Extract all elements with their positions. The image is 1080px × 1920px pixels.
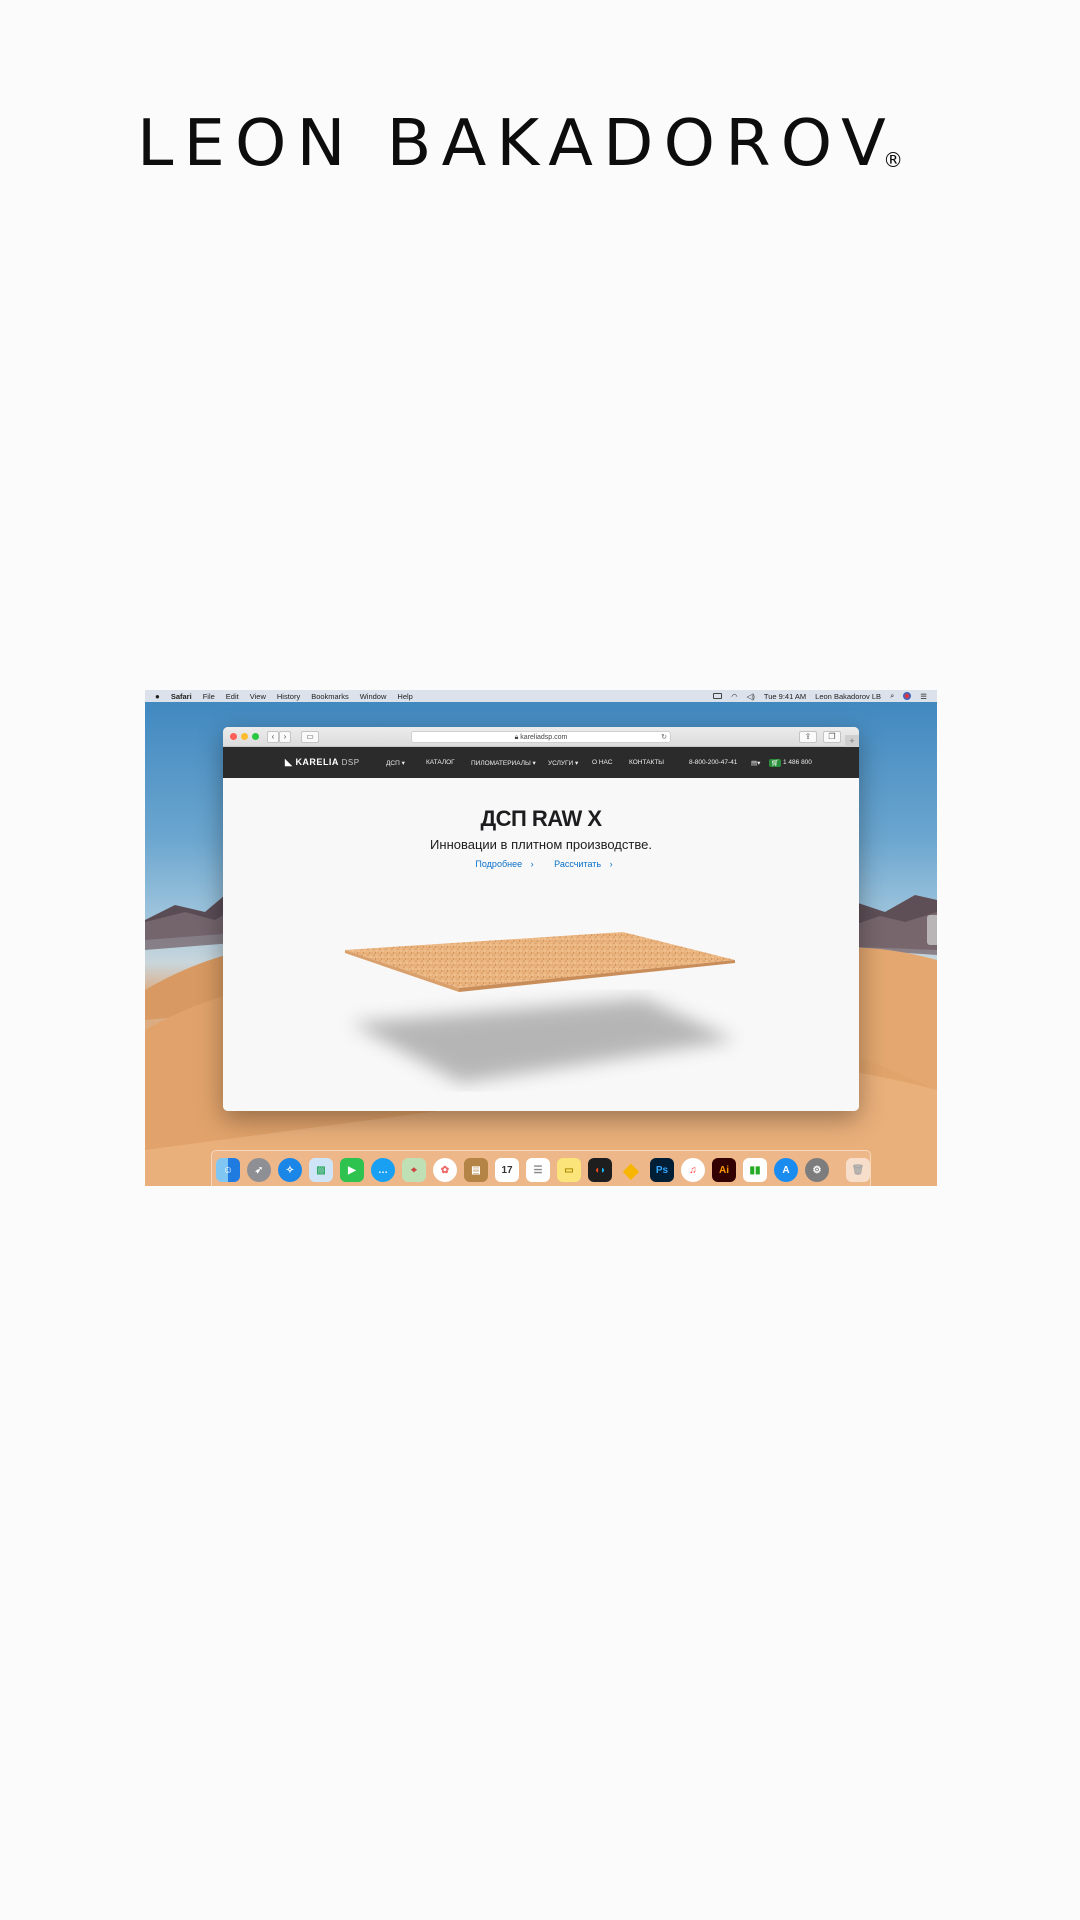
new-tab-button[interactable]: +	[845, 735, 859, 747]
volume-icon[interactable]: ◁)	[747, 692, 755, 701]
launchpad-icon[interactable]: ➶	[247, 1158, 271, 1182]
wifi-icon[interactable]: ◠	[731, 692, 738, 701]
more-link-label: Подробнее	[475, 859, 523, 869]
illustrator-icon[interactable]: Ai	[712, 1158, 736, 1182]
menu-safari[interactable]: Safari	[171, 692, 192, 701]
siri-icon[interactable]	[903, 692, 912, 700]
site-logo-text: KARELIA	[295, 757, 339, 767]
menu-file[interactable]: File	[203, 692, 215, 701]
nav-catalog[interactable]: КАТАЛОГ	[426, 759, 455, 766]
app-store-icon[interactable]: A	[774, 1158, 798, 1182]
itunes-icon[interactable]: ♫	[681, 1158, 705, 1182]
facetime-icon[interactable]: ▶	[340, 1158, 364, 1182]
system-preferences-icon[interactable]: ⚙	[805, 1158, 829, 1182]
menu-view[interactable]: View	[250, 692, 266, 701]
trash-icon[interactable]: 🗑︎	[846, 1158, 870, 1182]
messages-icon[interactable]: …	[371, 1158, 395, 1182]
maps-icon[interactable]: ⌖	[402, 1158, 426, 1182]
zoom-window-button[interactable]	[252, 733, 259, 740]
photos-icon[interactable]: ✿	[433, 1158, 457, 1182]
forward-button[interactable]: ›	[279, 731, 291, 743]
lock-icon: 🔒︎	[514, 734, 519, 741]
desktop-screenshot: ● Safari File Edit View History Bookmark…	[145, 690, 937, 1186]
brand-logo: LEON BAKADOROV ®	[137, 112, 947, 176]
more-link[interactable]: Подробнее ›	[469, 859, 533, 869]
browser-toolbar: ‹ › ▭ 🔒︎ kareliadsp.com ↻ ⇪ ❐ +	[223, 727, 859, 747]
hero-links: Подробнее › Рассчитать ›	[223, 859, 859, 869]
calculate-link[interactable]: Рассчитать ›	[548, 859, 612, 869]
nav-contacts[interactable]: КОНТАКТЫ	[629, 759, 664, 766]
address-bar[interactable]: 🔒︎ kareliadsp.com ↻	[411, 731, 671, 743]
reminders-icon[interactable]: ☰	[526, 1158, 550, 1182]
menu-bookmarks[interactable]: Bookmarks	[311, 692, 349, 701]
safari-icon[interactable]: ✧	[278, 1158, 302, 1182]
close-window-button[interactable]	[230, 733, 237, 740]
menu-history[interactable]: History	[277, 692, 300, 701]
language-flag-icon[interactable]: ▤▾	[751, 759, 760, 767]
hero-title: ДСП RAW X	[480, 806, 602, 831]
cart-icon[interactable]: 🛒︎	[769, 759, 782, 767]
chipboard-image	[345, 932, 735, 1083]
menu-bar: ● Safari File Edit View History Bookmark…	[145, 690, 937, 702]
share-icon[interactable]: ⇪	[799, 731, 817, 743]
back-button[interactable]: ‹	[267, 731, 279, 743]
menu-window[interactable]: Window	[360, 692, 387, 701]
notification-center-icon[interactable]: ☰	[920, 692, 927, 701]
cart-total[interactable]: 1 486 800	[783, 759, 812, 766]
sidebar-icon[interactable]: ▭	[301, 731, 319, 743]
chevron-down-icon: ▾	[575, 760, 579, 767]
hero-section: ДСП RAW X Инновации в плитном производст…	[223, 778, 859, 1111]
reload-icon[interactable]: ↻	[661, 732, 667, 743]
site-logo[interactable]: ◣ KARELIA DSP	[285, 757, 360, 768]
calculate-link-label: Рассчитать	[554, 859, 602, 869]
nav-lumber-label: ПИЛОМАТЕРИАЛЫ	[471, 760, 531, 767]
side-handle[interactable]	[927, 915, 937, 945]
figma-icon[interactable]: ◖ ◗	[588, 1158, 612, 1182]
airplay-icon[interactable]	[713, 693, 723, 699]
numbers-icon[interactable]: ▮▮	[743, 1158, 767, 1182]
chevron-down-icon: ▾	[401, 760, 405, 767]
finder-icon[interactable]: ☺	[216, 1158, 240, 1182]
user-menu[interactable]: Leon Bakadorov LB	[815, 692, 881, 701]
notes-brown-icon[interactable]: ▤	[464, 1158, 488, 1182]
apple-menu-icon[interactable]: ●	[155, 692, 160, 701]
nav-lumber[interactable]: ПИЛОМАТЕРИАЛЫ ▾	[471, 759, 536, 767]
calendar-icon[interactable]: 17	[495, 1158, 519, 1182]
spotlight-icon[interactable]: ⌕	[890, 691, 894, 701]
bear-logo-icon: ◣	[285, 757, 293, 767]
sketch-icon[interactable]: ◆	[619, 1158, 643, 1182]
chevron-down-icon: ▾	[532, 760, 536, 767]
brand-name: LEON BAKADOROV	[137, 107, 897, 181]
nav-services[interactable]: УСЛУГИ ▾	[548, 759, 578, 767]
nav-about[interactable]: О НАС	[592, 759, 612, 766]
stickies-icon[interactable]: ▭	[557, 1158, 581, 1182]
safari-window: ‹ › ▭ 🔒︎ kareliadsp.com ↻ ⇪ ❐ + ◣ KARELI…	[223, 727, 859, 1111]
phone-number[interactable]: 8-800-200-47-41	[689, 759, 737, 766]
tabs-overview-icon[interactable]: ❐	[823, 731, 841, 743]
url-text: kareliadsp.com	[520, 734, 568, 741]
nav-dsp[interactable]: ДСП ▾	[386, 759, 405, 767]
hero-subtitle: Инновации в плитном производстве.	[430, 837, 652, 852]
clock[interactable]: Tue 9:41 AM	[764, 692, 806, 701]
preview-icon[interactable]: ▨	[309, 1158, 333, 1182]
menu-edit[interactable]: Edit	[226, 692, 239, 701]
site-navigation: ◣ KARELIA DSP ДСП ▾ КАТАЛОГ ПИЛОМАТЕРИАЛ…	[223, 747, 859, 778]
minimize-window-button[interactable]	[241, 733, 248, 740]
dock: ☺ ➶ ✧ ▨ ▶ … ⌖ ✿ ▤ 17 ☰ ▭ ◖ ◗ ◆ Ps ♫ Ai ▮▮…	[211, 1150, 871, 1186]
photoshop-icon[interactable]: Ps	[650, 1158, 674, 1182]
menu-help[interactable]: Help	[397, 692, 412, 701]
nav-services-label: УСЛУГИ	[548, 760, 574, 767]
site-logo-suffix: DSP	[341, 758, 360, 767]
nav-dsp-label: ДСП	[386, 760, 400, 767]
